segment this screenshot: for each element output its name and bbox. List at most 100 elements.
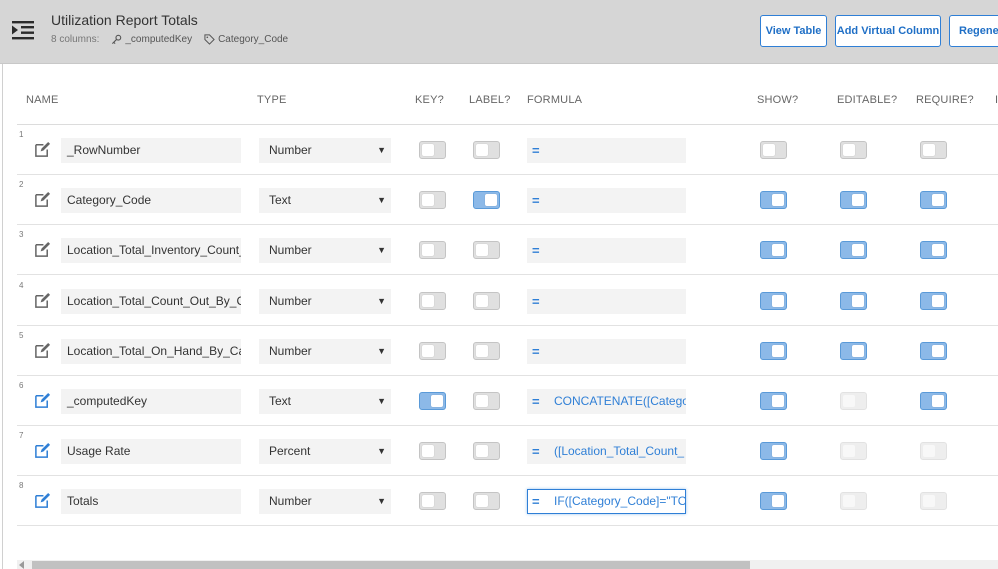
key-toggle[interactable] [419, 341, 446, 360]
require-toggle[interactable] [920, 241, 947, 260]
column-name-input[interactable]: _RowNumber [61, 138, 241, 163]
regenerate-button[interactable]: Regenera [949, 15, 998, 47]
toggle-knob [772, 395, 784, 407]
column-name-input[interactable]: Usage Rate [61, 439, 241, 465]
toggle-knob [932, 344, 944, 357]
show-toggle[interactable] [760, 291, 787, 310]
toggle-knob [422, 244, 434, 257]
table-row: 6 _computedKey Text ▼ = CONCATENATE([Cat… [17, 376, 998, 426]
show-toggle[interactable] [760, 341, 787, 360]
col-header-require: REQUIRE? [916, 94, 974, 106]
label-toggle[interactable] [473, 141, 500, 159]
column-name-input[interactable]: Category_Code [61, 188, 241, 214]
key-toggle[interactable] [419, 492, 446, 511]
column-name-input[interactable]: Totals [61, 489, 241, 515]
key-toggle[interactable] [419, 191, 446, 210]
editable-toggle[interactable] [840, 291, 867, 310]
column-type-select[interactable]: Number ▼ [259, 489, 391, 515]
toggle-knob [476, 244, 488, 257]
editable-toggle[interactable] [840, 141, 867, 159]
column-type-select[interactable]: Percent ▼ [259, 439, 391, 465]
key-toggle[interactable] [419, 392, 446, 410]
label-toggle[interactable] [473, 291, 500, 310]
toggle-knob [422, 194, 434, 207]
row-number: 4 [19, 280, 24, 290]
require-toggle[interactable] [920, 141, 947, 159]
column-type-select[interactable]: Text ▼ [259, 389, 391, 414]
col-header-formula: FORMULA [527, 94, 583, 106]
edit-icon[interactable] [34, 492, 51, 509]
label-toggle[interactable] [473, 241, 500, 260]
show-toggle[interactable] [760, 442, 787, 461]
show-toggle[interactable] [760, 141, 787, 159]
column-type-select[interactable]: Number ▼ [259, 238, 391, 264]
formula-text: IF([Category_Code]="TO [554, 494, 686, 509]
equals-icon: = [532, 193, 540, 209]
edit-icon[interactable] [34, 292, 51, 309]
formula-input[interactable]: = [527, 138, 686, 163]
column-type-select[interactable]: Number ▼ [259, 138, 391, 163]
key-toggle[interactable] [419, 291, 446, 310]
formula-input[interactable]: = [527, 238, 686, 264]
edit-icon[interactable] [34, 442, 51, 459]
toggle-knob [476, 294, 488, 307]
column-type-select[interactable]: Number ▼ [259, 338, 391, 364]
scrollbar-thumb[interactable] [32, 561, 750, 569]
editable-toggle[interactable] [840, 191, 867, 210]
toggle-knob [932, 294, 944, 307]
toggle-knob [932, 244, 944, 257]
menu-collapse-icon[interactable] [12, 20, 34, 40]
require-toggle[interactable] [920, 392, 947, 410]
edit-icon[interactable] [34, 392, 51, 409]
row-number: 3 [19, 230, 24, 240]
columns-count: 8 columns: [51, 34, 100, 45]
edit-icon[interactable] [34, 191, 51, 208]
key-toggle[interactable] [419, 141, 446, 159]
edit-icon[interactable] [34, 241, 51, 258]
toggle-knob [422, 344, 434, 357]
table-row: 2 Category_Code Text ▼ = [17, 175, 998, 226]
type-value: Number [269, 243, 312, 258]
column-name-input[interactable]: _computedKey [61, 389, 241, 414]
view-table-button[interactable]: View Table [760, 15, 827, 47]
formula-input[interactable]: = CONCATENATE([Catego [527, 389, 686, 414]
require-toggle[interactable] [920, 341, 947, 360]
column-name-input[interactable]: Location_Total_On_Hand_By_Ca [61, 338, 241, 364]
formula-input[interactable]: = [527, 338, 686, 364]
table-header-bar: Utilization Report Totals 8 columns: _co… [0, 0, 998, 64]
editable-toggle[interactable] [840, 241, 867, 260]
key-toggle[interactable] [419, 442, 446, 461]
row-number: 6 [19, 381, 24, 390]
show-toggle[interactable] [760, 392, 787, 410]
column-name-input[interactable]: Location_Total_Inventory_Count_ [61, 238, 241, 264]
label-toggle[interactable] [473, 392, 500, 410]
column-name-input[interactable]: Location_Total_Count_Out_By_C [61, 288, 241, 314]
formula-input[interactable]: = [527, 188, 686, 214]
toggle-knob [843, 495, 855, 508]
require-toggle[interactable] [920, 291, 947, 310]
show-toggle[interactable] [760, 191, 787, 210]
formula-input[interactable]: = [527, 288, 686, 314]
scroll-left-icon[interactable] [19, 561, 24, 569]
require-toggle[interactable] [920, 191, 947, 210]
label-toggle[interactable] [473, 191, 500, 210]
key-toggle[interactable] [419, 241, 446, 260]
toggle-knob [772, 495, 784, 508]
show-toggle[interactable] [760, 241, 787, 260]
toggle-knob [772, 194, 784, 207]
edit-icon[interactable] [34, 342, 51, 359]
edit-icon[interactable] [34, 141, 51, 158]
label-toggle[interactable] [473, 341, 500, 360]
column-type-select[interactable]: Number ▼ [259, 288, 391, 314]
formula-input[interactable]: = ([Location_Total_Count_ [527, 439, 686, 465]
formula-input[interactable]: = IF([Category_Code]="TO [527, 489, 686, 515]
label-toggle[interactable] [473, 492, 500, 511]
row-number: 1 [19, 130, 24, 139]
column-type-select[interactable]: Text ▼ [259, 188, 391, 214]
horizontal-scrollbar[interactable] [17, 560, 998, 569]
show-toggle[interactable] [760, 492, 787, 511]
editable-toggle[interactable] [840, 341, 867, 360]
type-value: Text [269, 394, 292, 408]
add-virtual-column-button[interactable]: Add Virtual Column [835, 15, 941, 47]
label-toggle[interactable] [473, 442, 500, 461]
